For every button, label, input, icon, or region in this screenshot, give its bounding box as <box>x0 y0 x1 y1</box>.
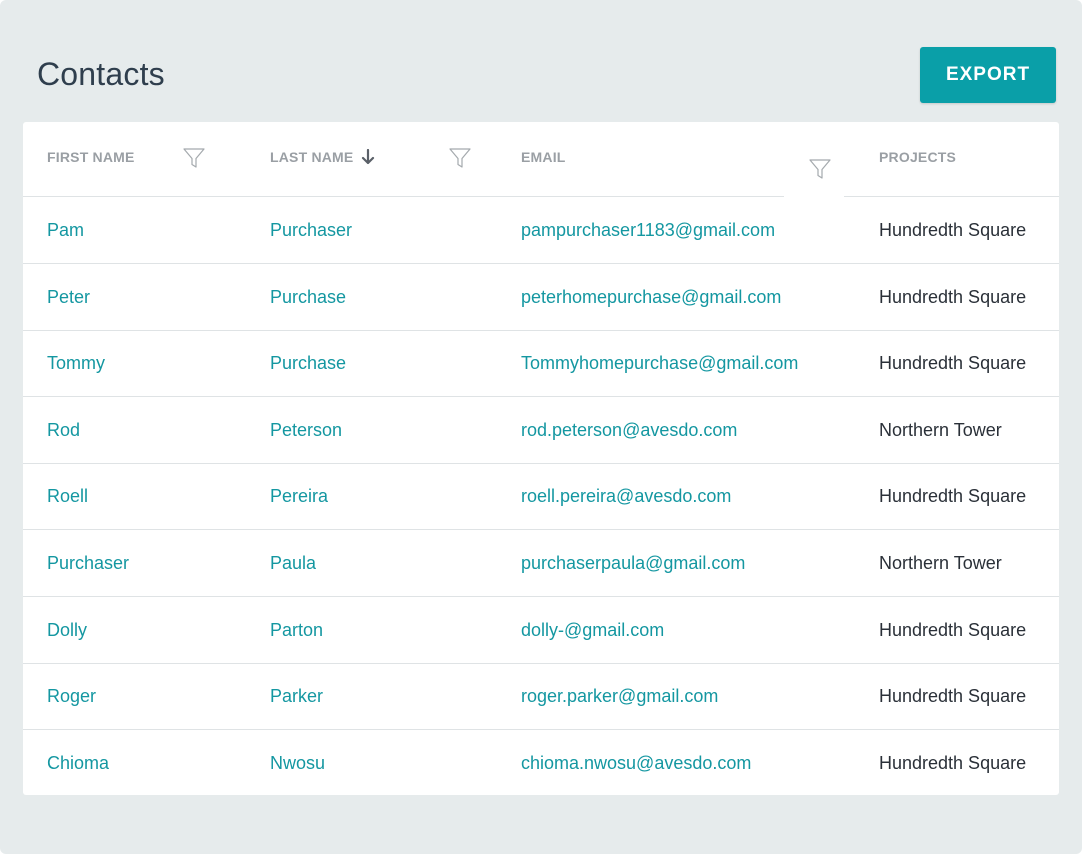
column-header-label: EMAIL <box>521 149 566 165</box>
last-name-cell[interactable]: Purchase <box>270 330 346 396</box>
last-name-cell[interactable]: Nwosu <box>270 730 325 796</box>
column-header-label: LAST NAME <box>270 149 354 165</box>
email-filter-button[interactable] <box>784 144 844 198</box>
arrow-down-icon[interactable] <box>361 149 375 165</box>
email-cell[interactable]: purchaserpaula@gmail.com <box>521 530 745 596</box>
email-cell[interactable]: roger.parker@gmail.com <box>521 663 718 729</box>
email-cell[interactable]: roell.pereira@avesdo.com <box>521 463 731 529</box>
project-cell: Hundredth Square <box>879 485 1027 506</box>
export-button[interactable]: EXPORT <box>920 47 1056 103</box>
email-cell[interactable]: chioma.nwosu@avesdo.com <box>521 730 751 796</box>
email-cell[interactable]: pampurchaser1183@gmail.com <box>521 197 775 263</box>
first-name-cell[interactable]: Purchaser <box>47 530 129 596</box>
project-cell: Hundredth Square <box>879 619 1027 640</box>
first-name-cell[interactable]: Roger <box>47 663 96 729</box>
first-name-cell[interactable]: Rod <box>47 397 80 463</box>
email-cell[interactable]: dolly-@gmail.com <box>521 597 664 663</box>
table-row[interactable]: Roger Parker roger.parker@gmail.com Hund… <box>23 663 1059 730</box>
email-cell[interactable]: rod.peterson@avesdo.com <box>521 397 737 463</box>
email-cell[interactable]: peterhomepurchase@gmail.com <box>521 264 781 330</box>
email-cell[interactable]: Tommyhomepurchase@gmail.com <box>521 330 798 396</box>
column-header-projects[interactable]: PROJECTS <box>879 149 956 165</box>
contacts-panel: Contacts EXPORT FIRST NAME LAST NAME EMA… <box>0 0 1082 854</box>
filter-icon[interactable] <box>182 146 206 170</box>
last-name-cell[interactable]: Pereira <box>270 463 328 529</box>
project-cell: Northern Tower <box>879 552 1002 573</box>
table-row[interactable]: Tommy Purchase Tommyhomepurchase@gmail.c… <box>23 330 1059 397</box>
last-name-cell[interactable]: Peterson <box>270 397 342 463</box>
project-cell: Hundredth Square <box>879 752 1027 773</box>
last-name-cell[interactable]: Parker <box>270 663 323 729</box>
filter-icon[interactable] <box>448 146 472 170</box>
page-title: Contacts <box>37 56 165 92</box>
first-name-cell[interactable]: Peter <box>47 264 90 330</box>
table-row[interactable]: Rod Peterson rod.peterson@avesdo.com Nor… <box>23 397 1059 464</box>
column-header-label: PROJECTS <box>879 149 957 165</box>
project-cell: Northern Tower <box>879 419 1002 440</box>
project-cell: Hundredth Square <box>879 685 1027 706</box>
project-cell: Hundredth Square <box>879 219 1027 240</box>
first-name-cell[interactable]: Roell <box>47 463 88 529</box>
last-name-cell[interactable]: Purchaser <box>270 197 352 263</box>
table-row[interactable]: Pam Purchaser pampurchaser1183@gmail.com… <box>23 197 1059 264</box>
project-cell: Hundredth Square <box>879 286 1027 307</box>
table-row[interactable]: Roell Pereira roell.pereira@avesdo.com H… <box>23 463 1059 530</box>
table-row[interactable]: Peter Purchase peterhomepurchase@gmail.c… <box>23 264 1059 331</box>
table-row[interactable]: Chioma Nwosu chioma.nwosu@avesdo.com Hun… <box>23 730 1059 797</box>
table-row[interactable]: Dolly Parton dolly-@gmail.com Hundredth … <box>23 597 1059 664</box>
table-header: FIRST NAME LAST NAME EMAIL PROJECTS <box>23 122 1059 198</box>
first-name-cell[interactable]: Pam <box>47 197 84 263</box>
last-name-cell[interactable]: Parton <box>270 597 323 663</box>
contacts-table: FIRST NAME LAST NAME EMAIL PROJECTS Pam … <box>23 122 1059 795</box>
last-name-cell[interactable]: Paula <box>270 530 316 596</box>
project-cell: Hundredth Square <box>879 352 1027 373</box>
first-name-cell[interactable]: Dolly <box>47 597 87 663</box>
column-header-label: FIRST NAME <box>47 149 135 165</box>
first-name-cell[interactable]: Chioma <box>47 730 109 796</box>
first-name-cell[interactable]: Tommy <box>47 330 105 396</box>
last-name-cell[interactable]: Purchase <box>270 264 346 330</box>
column-header-email[interactable]: EMAIL <box>521 149 566 165</box>
column-header-last-name[interactable]: LAST NAME <box>270 149 375 165</box>
table-row[interactable]: Purchaser Paula purchaserpaula@gmail.com… <box>23 530 1059 597</box>
filter-icon[interactable] <box>808 157 832 181</box>
column-header-first-name[interactable]: FIRST NAME <box>47 149 135 165</box>
